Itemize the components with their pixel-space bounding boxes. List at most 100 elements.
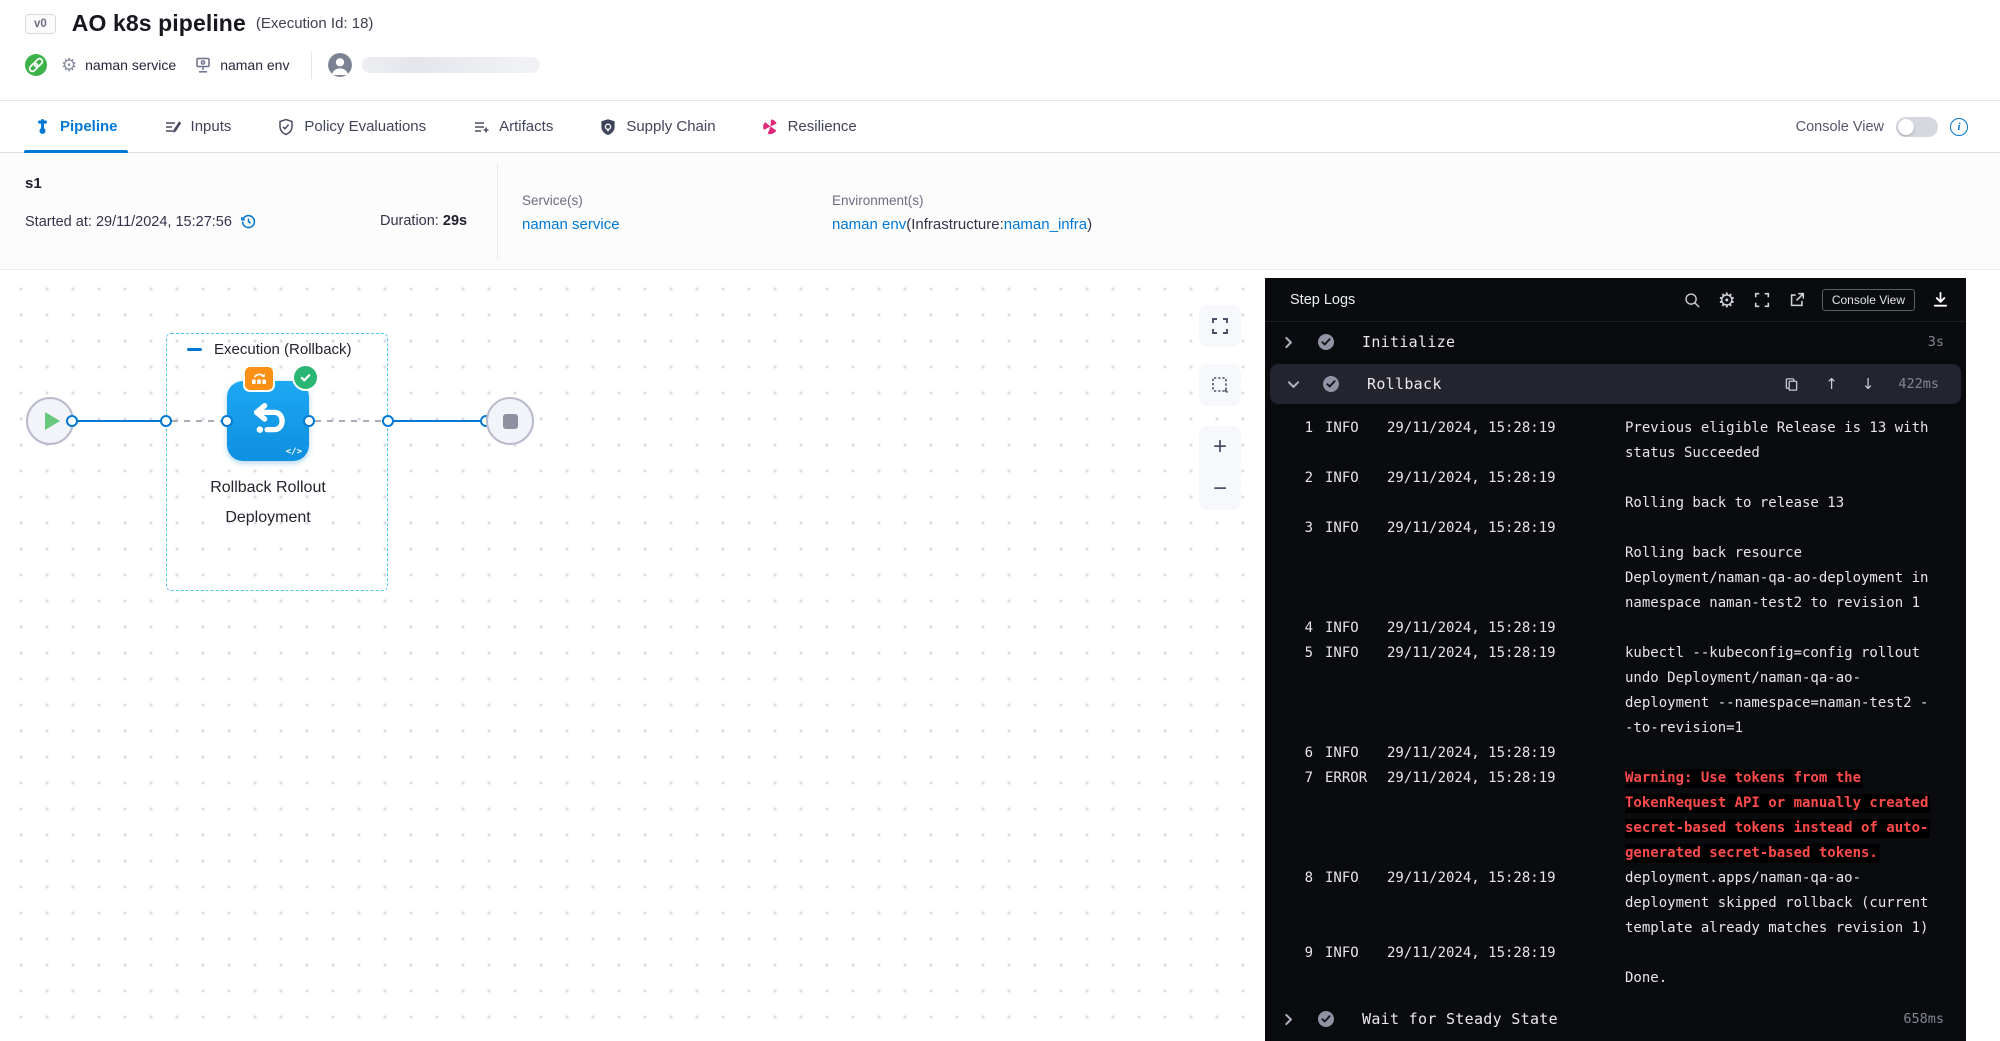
log-section-rollback[interactable]: Rollback ↑ ↓ 422ms xyxy=(1270,364,1961,404)
log-line-timestamp xyxy=(1387,966,1625,991)
log-line-message xyxy=(1625,941,1966,966)
log-line[interactable]: 8 INFO 29/11/2024, 15:28:19 deployment.a… xyxy=(1265,866,1966,891)
log-line-level: INFO xyxy=(1325,616,1387,641)
zoom-out-button[interactable]: − xyxy=(1213,477,1227,501)
log-line-timestamp: 29/11/2024, 15:28:19 xyxy=(1387,941,1625,966)
stop-icon xyxy=(503,414,518,429)
log-line[interactable]: 1 INFO 29/11/2024, 15:28:19 Previous eli… xyxy=(1265,416,1966,441)
stage-group-box[interactable]: Execution (Rollback) xyxy=(166,333,388,591)
rollback-log-lines[interactable]: 1 INFO 29/11/2024, 15:28:19 Previous eli… xyxy=(1265,406,1966,999)
log-settings-gear-icon[interactable]: ⚙ xyxy=(1717,290,1737,310)
stage-group-label: Execution (Rollback) xyxy=(214,341,352,358)
pipeline-canvas[interactable]: Execution (Rollback) </> Rollback Rollou… xyxy=(0,270,1265,1041)
service-link[interactable]: naman service xyxy=(522,216,620,233)
console-view-button[interactable]: Console View xyxy=(1822,289,1915,311)
log-line[interactable]: template already matches revision 1) xyxy=(1265,916,1966,941)
tab-label: Policy Evaluations xyxy=(304,118,426,135)
log-line[interactable]: -to-revision=1 xyxy=(1265,716,1966,741)
redacted-user-email xyxy=(362,57,540,73)
log-line-level: INFO xyxy=(1325,516,1387,541)
fit-to-screen-button[interactable] xyxy=(1199,305,1241,347)
log-line-number xyxy=(1287,666,1313,691)
log-line-message xyxy=(1625,466,1966,491)
service-icon: ⚙ xyxy=(61,56,77,74)
open-in-new-window-icon[interactable] xyxy=(1787,290,1807,310)
log-line[interactable]: 7 ERROR 29/11/2024, 15:28:19 Warning: Us… xyxy=(1265,766,1966,791)
log-line-number: 9 xyxy=(1287,941,1313,966)
log-line[interactable]: 5 INFO 29/11/2024, 15:28:19 kubectl --ku… xyxy=(1265,641,1966,666)
rollback-step-node[interactable]: </> xyxy=(227,381,309,461)
tab-artifacts[interactable]: Artifacts xyxy=(472,101,553,152)
info-icon[interactable]: i xyxy=(1950,118,1968,136)
search-icon[interactable] xyxy=(1682,290,1702,310)
log-line-message: namespace naman-test2 to revision 1 xyxy=(1625,591,1966,616)
edge-stage-to-end xyxy=(394,420,486,422)
log-line-message: deployment skipped rollback (current xyxy=(1625,891,1966,916)
scroll-up-icon[interactable]: ↑ xyxy=(1825,375,1838,393)
environment-name[interactable]: naman env xyxy=(220,57,289,73)
connector-dot xyxy=(66,415,78,427)
environment-link[interactable]: naman env xyxy=(832,216,906,233)
zoom-in-button[interactable]: + xyxy=(1213,435,1227,459)
version-badge[interactable]: v0 xyxy=(25,14,56,34)
chevron-right-icon[interactable] xyxy=(1282,336,1296,349)
log-line-timestamp: 29/11/2024, 15:28:19 xyxy=(1387,416,1625,441)
expand-logs-icon[interactable] xyxy=(1752,290,1772,310)
log-line-message: undo Deployment/naman-qa-ao- xyxy=(1625,666,1966,691)
log-line-number xyxy=(1287,716,1313,741)
log-line[interactable]: TokenRequest API or manually created xyxy=(1265,791,1966,816)
log-line[interactable]: generated secret-based tokens. xyxy=(1265,841,1966,866)
log-line[interactable]: deployment --namespace=naman-test2 - xyxy=(1265,691,1966,716)
chevron-down-icon[interactable] xyxy=(1287,378,1301,391)
code-glyph: </> xyxy=(286,447,302,457)
log-line[interactable]: Deployment/naman-qa-ao-deployment in xyxy=(1265,566,1966,591)
log-line-number xyxy=(1287,591,1313,616)
download-logs-icon[interactable] xyxy=(1930,290,1950,310)
infrastructure-link[interactable]: naman_infra xyxy=(1004,216,1087,233)
step-logs-header: Step Logs ⚙ Console View xyxy=(1265,278,1966,322)
section-duration: 3s xyxy=(1928,334,1944,350)
multi-select-button[interactable] xyxy=(1199,364,1241,406)
services-label: Service(s) xyxy=(522,193,620,208)
log-line[interactable]: secret-based tokens instead of auto- xyxy=(1265,816,1966,841)
history-icon[interactable] xyxy=(240,213,257,230)
log-line[interactable]: Rolling back resource xyxy=(1265,541,1966,566)
log-line[interactable]: 4 INFO 29/11/2024, 15:28:19 xyxy=(1265,616,1966,641)
chevron-right-icon[interactable] xyxy=(1282,1013,1296,1026)
log-line[interactable]: undo Deployment/naman-qa-ao- xyxy=(1265,666,1966,691)
collapse-stage-icon[interactable] xyxy=(187,348,202,351)
log-section-wait-for-steady-state[interactable]: Wait for Steady State 658ms xyxy=(1265,999,1966,1039)
log-line[interactable]: deployment skipped rollback (current xyxy=(1265,891,1966,916)
log-line-level xyxy=(1325,966,1387,991)
log-line[interactable]: 2 INFO 29/11/2024, 15:28:19 xyxy=(1265,466,1966,491)
service-name[interactable]: naman service xyxy=(85,57,176,73)
log-line-message xyxy=(1625,616,1966,641)
inputs-icon xyxy=(164,118,182,136)
step-caption[interactable]: Rollback Rollout Deployment xyxy=(158,473,378,533)
console-view-control: Console View i xyxy=(1796,117,2000,137)
log-line-timestamp: 29/11/2024, 15:28:19 xyxy=(1387,641,1625,666)
log-line-level xyxy=(1325,841,1387,866)
log-line[interactable]: 6 INFO 29/11/2024, 15:28:19 xyxy=(1265,741,1966,766)
scroll-down-icon[interactable]: ↓ xyxy=(1862,375,1875,393)
tab-inputs[interactable]: Inputs xyxy=(164,101,232,152)
log-line[interactable]: Rolling back to release 13 xyxy=(1265,491,1966,516)
connector-dot xyxy=(221,415,233,427)
log-section-initialize[interactable]: Initialize 3s xyxy=(1265,322,1966,362)
pipeline-end-node[interactable] xyxy=(486,397,534,445)
started-label: Started at: xyxy=(25,214,92,230)
duration-value: 29s xyxy=(443,213,467,229)
tab-pipeline[interactable]: Pipeline xyxy=(34,101,118,152)
log-line-timestamp: 29/11/2024, 15:28:19 xyxy=(1387,516,1625,541)
log-line[interactable]: Done. xyxy=(1265,966,1966,991)
tab-policy-evaluations[interactable]: Policy Evaluations xyxy=(277,101,426,152)
console-view-toggle[interactable] xyxy=(1896,117,1938,137)
log-line[interactable]: 3 INFO 29/11/2024, 15:28:19 xyxy=(1265,516,1966,541)
tab-resilience[interactable]: Resilience xyxy=(762,101,857,152)
stage-summary-bar: s1 Started at: 29/11/2024, 15:27:56 Dura… xyxy=(0,153,2000,270)
log-line[interactable]: namespace naman-test2 to revision 1 xyxy=(1265,591,1966,616)
log-line[interactable]: 9 INFO 29/11/2024, 15:28:19 xyxy=(1265,941,1966,966)
tab-supply-chain[interactable]: Supply Chain xyxy=(599,101,715,152)
log-line[interactable]: status Succeeded xyxy=(1265,441,1966,466)
copy-logs-icon[interactable] xyxy=(1781,374,1801,394)
